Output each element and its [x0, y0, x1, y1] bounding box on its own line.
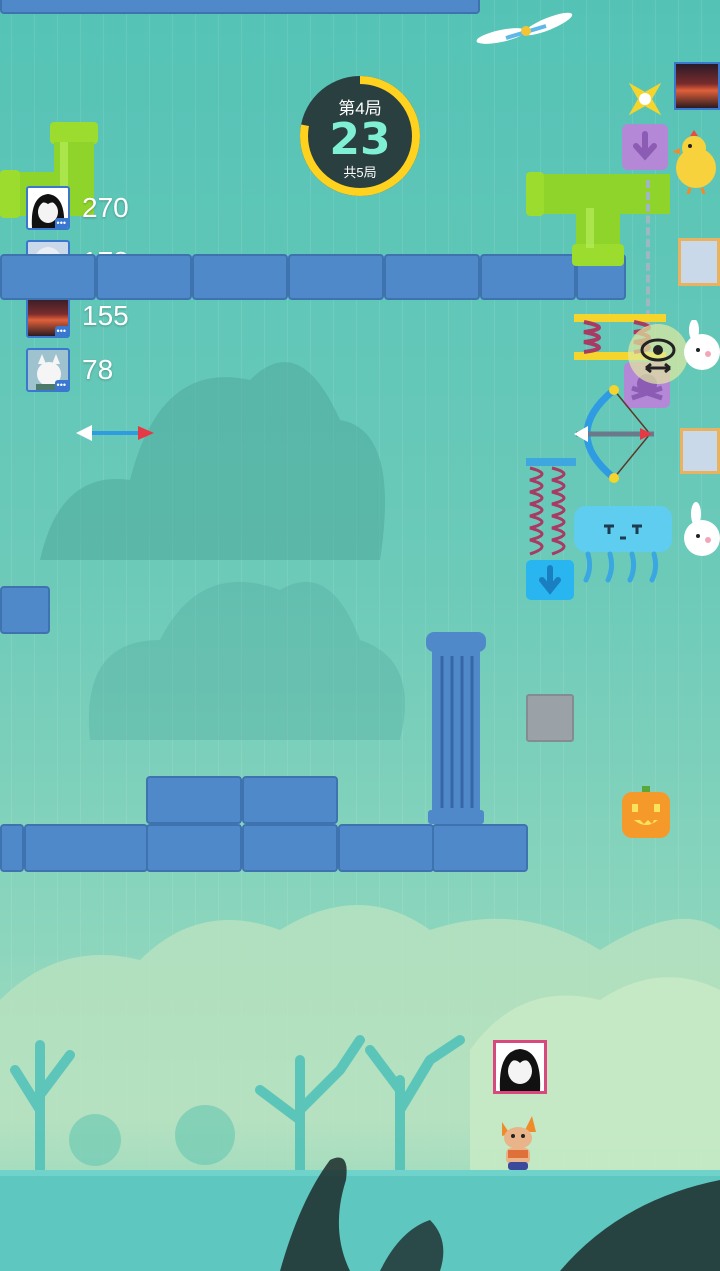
score-row: ••• 78 — [26, 348, 113, 392]
flying-arrow — [76, 425, 154, 441]
brick-block — [0, 824, 24, 872]
brick-block — [242, 824, 338, 872]
player-marker-avatar — [678, 238, 720, 286]
top-brick-strip — [0, 0, 480, 14]
grey-stone-block — [526, 694, 574, 742]
player-avatar[interactable]: ••• — [26, 294, 70, 338]
player-score: 270 — [82, 192, 129, 223]
purple-down-block — [622, 124, 668, 170]
brick-block — [338, 824, 434, 872]
propeller-item — [476, 12, 573, 44]
player-avatar[interactable]: ••• — [26, 186, 70, 230]
round-timer: 第4局 23 共5局 — [298, 74, 422, 198]
brick-block — [24, 824, 148, 872]
bunny-character — [684, 502, 720, 556]
brick-block — [146, 776, 242, 824]
brick-block — [0, 586, 50, 634]
chick-character — [672, 130, 716, 194]
total-rounds-label: 共5局 — [343, 165, 377, 180]
countdown-timer: 23 — [329, 114, 391, 165]
blue-down-block — [526, 560, 574, 600]
player-marker-avatar — [674, 62, 720, 110]
player-score: 78 — [82, 354, 114, 385]
player-avatar[interactable]: ••• — [26, 348, 70, 392]
brick-block — [432, 824, 528, 872]
pumpkin-block — [622, 786, 670, 838]
player-nameplate-avatar — [493, 1040, 547, 1094]
dark-hair-portrait-icon — [499, 1049, 541, 1091]
dashed-track — [646, 180, 652, 330]
crossbow-trap — [574, 385, 654, 483]
score-row: ••• 155 — [26, 294, 129, 338]
jellyfish-enemy — [574, 506, 672, 583]
more-icon: ••• — [54, 218, 68, 228]
score-row: ••• 270 — [26, 186, 129, 230]
player-score: 155 — [82, 300, 129, 331]
brick-block — [0, 254, 96, 300]
brick-block — [288, 254, 384, 300]
brick-block — [146, 824, 242, 872]
more-icon: ••• — [54, 326, 68, 336]
game-scene: 第4局 23 共5局 ••• 270 ••• 178 ••• 155 — [0, 0, 720, 1271]
brick-block — [96, 254, 192, 300]
brick-block — [192, 254, 288, 300]
brick-block — [242, 776, 338, 824]
spring-pillar — [526, 458, 576, 556]
stone-column — [426, 632, 486, 824]
seaweed-silhouette — [280, 1157, 720, 1271]
player-marker-avatar — [680, 428, 720, 474]
bunny-character — [684, 320, 720, 370]
shuriken-item — [628, 82, 662, 116]
more-icon: ••• — [54, 380, 68, 390]
fox-player-character — [502, 1116, 536, 1170]
brick-block — [384, 254, 480, 300]
